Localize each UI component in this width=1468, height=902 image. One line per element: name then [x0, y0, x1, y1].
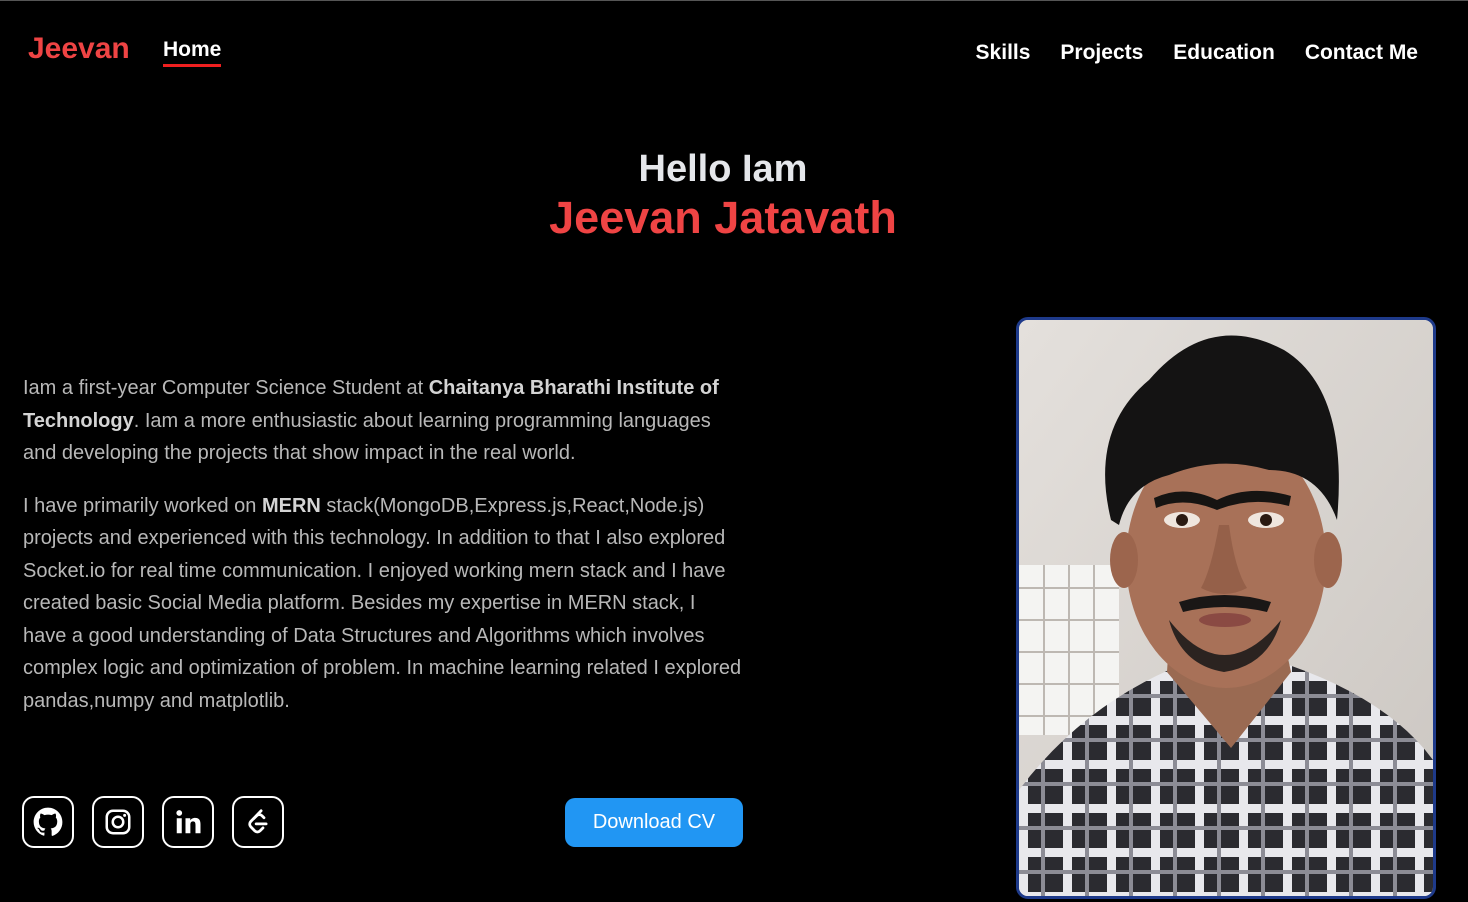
top-divider [0, 0, 1468, 1]
hero: Hello Iam Jeevan Jatavath [0, 146, 1446, 244]
about-p2-mern: MERN [261, 494, 321, 517]
leetcode-icon [248, 809, 268, 834]
github-icon [33, 807, 63, 836]
brand-logo[interactable]: Jeevan [28, 32, 130, 66]
nav-home[interactable]: Home [163, 38, 222, 67]
hero-name: Jeevan Jatavath [549, 192, 897, 243]
hero-greeting: Hello Iam [638, 148, 808, 190]
linkedin-icon [176, 810, 201, 834]
profile-photo-illustration [1019, 320, 1433, 896]
github-link[interactable] [22, 796, 74, 848]
nav-projects[interactable]: Projects [1060, 41, 1143, 65]
download-cv-button[interactable]: Download CV [565, 798, 743, 847]
instagram-icon [105, 809, 131, 835]
nav-skills[interactable]: Skills [976, 41, 1031, 65]
about-p1-text-a: Iam a first-year Computer Science Studen… [23, 377, 429, 399]
about-paragraph-2: I have primarily worked on MERN stack(Mo… [23, 490, 743, 718]
leetcode-link[interactable] [232, 796, 284, 848]
page: Jeevan Home Skills Projects Education Co… [0, 0, 1468, 902]
profile-photo [1016, 317, 1436, 899]
nav-links: Skills Projects Education Contact Me [976, 41, 1418, 65]
instagram-link[interactable] [92, 796, 144, 848]
about-p2-text-c: stack(MongoDB,Express.js,React,Node.js) … [23, 494, 742, 712]
linkedin-link[interactable] [162, 796, 214, 848]
about-paragraph-1: Iam a first-year Computer Science Studen… [23, 372, 743, 470]
social-links [22, 796, 284, 848]
nav-contact-me[interactable]: Contact Me [1305, 41, 1418, 65]
about-section: Iam a first-year Computer Science Studen… [23, 372, 743, 737]
nav-education[interactable]: Education [1173, 41, 1275, 65]
about-p2-text-a: I have primarily worked on [23, 494, 262, 517]
